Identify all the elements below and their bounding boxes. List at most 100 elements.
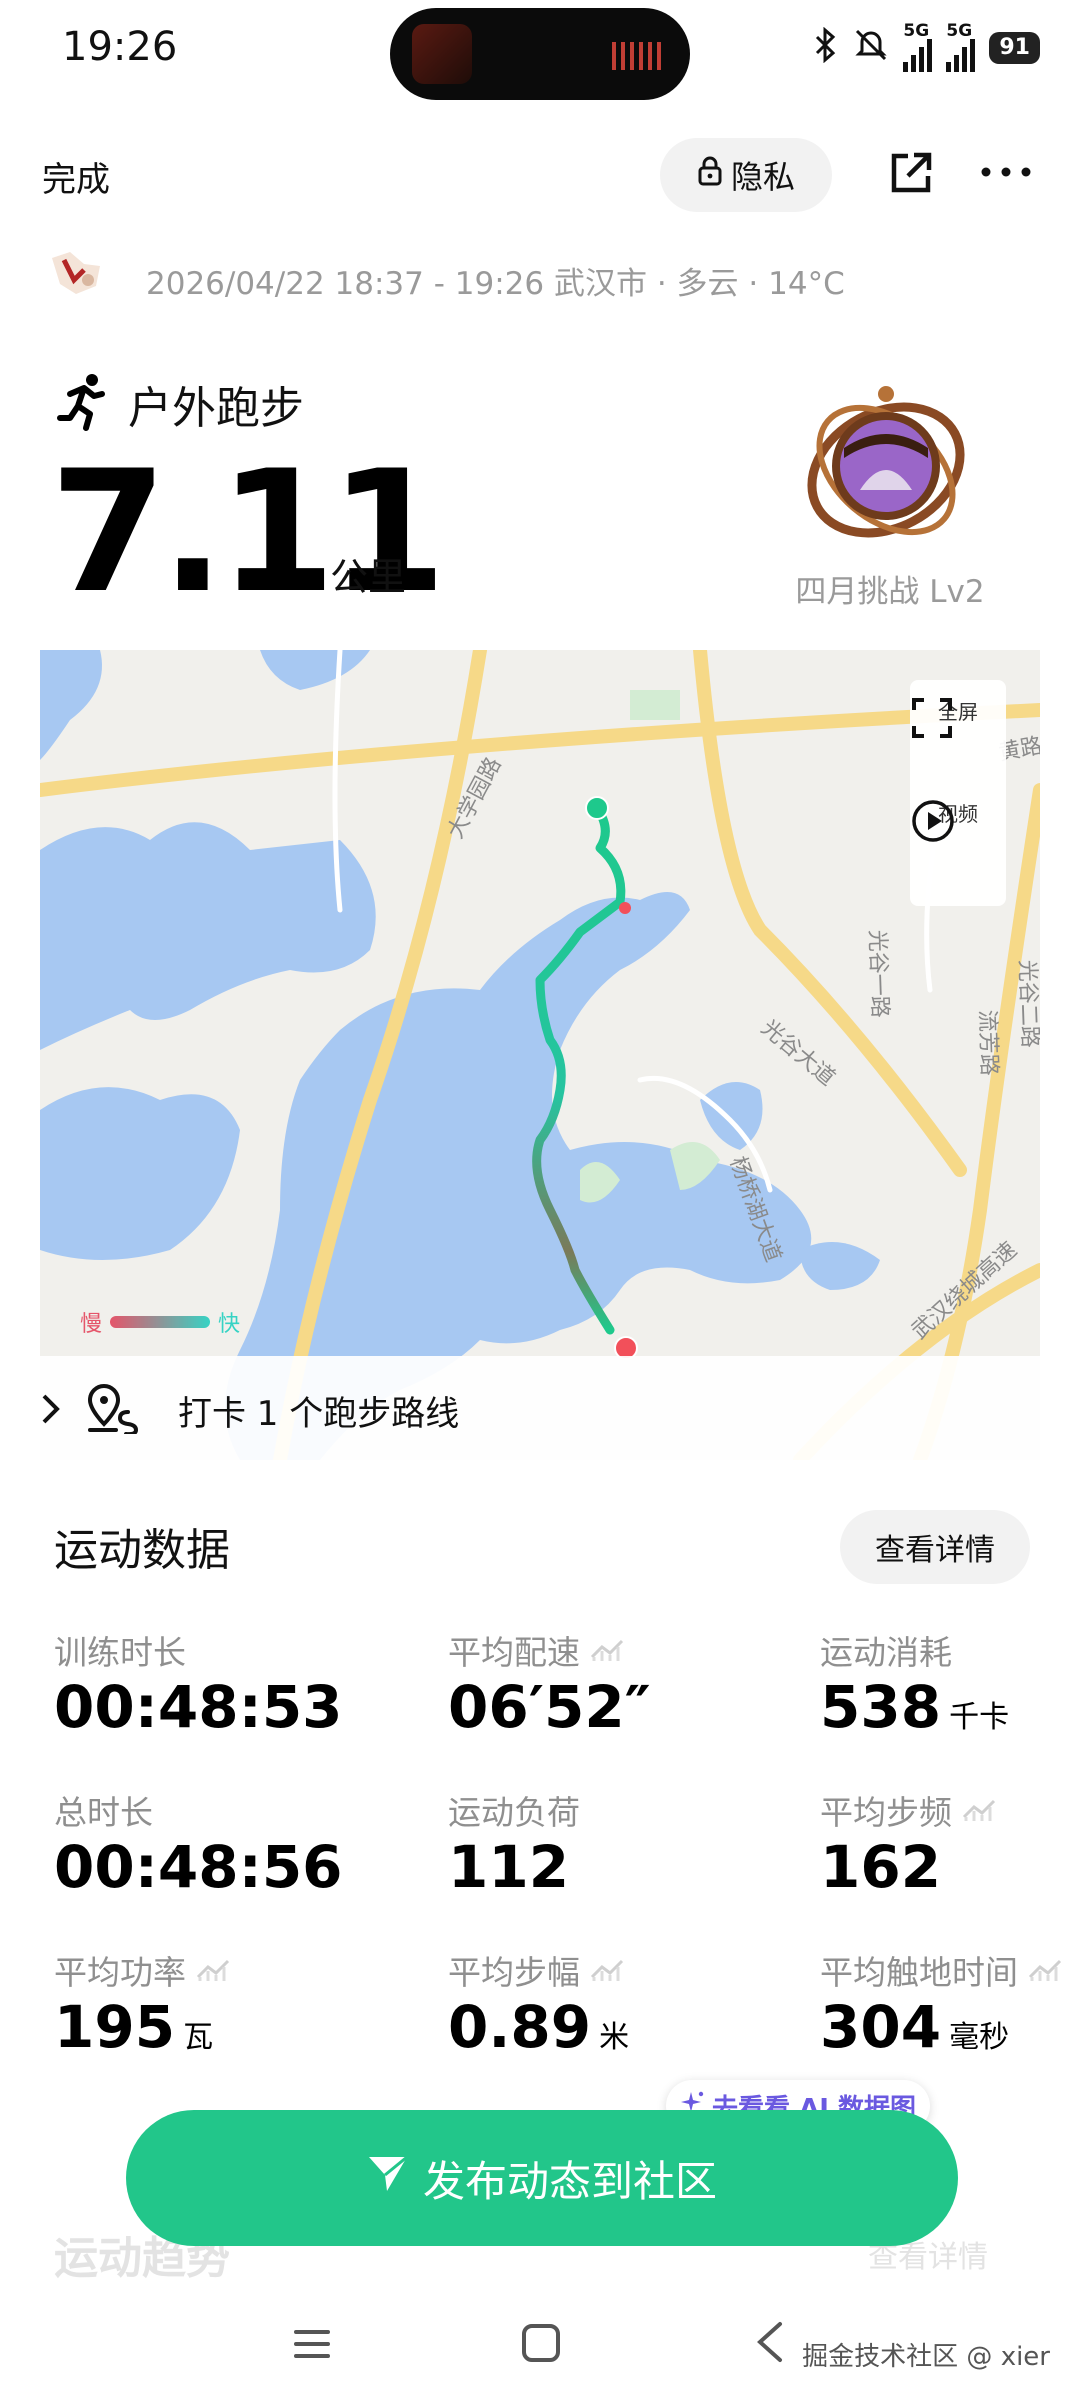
road-label-guanggu-avenue: 光谷大道 [756,1015,839,1091]
activity-datetime: 2026/04/22 18:37 - 19:26 [146,266,545,302]
stat-label-text: 平均配速 [448,1633,580,1672]
network-type-2: 5G [946,21,973,41]
activity-city: 武汉市 [553,266,647,302]
mute-icon [853,27,889,70]
stat-label: 平均功率 [54,1946,230,1994]
battery-icon: 91 [989,32,1040,64]
stat-label: 平均触地时间 [820,1946,1062,1994]
stat-label: 运动负荷 [448,1786,580,1834]
legend-fast: 快 [218,1312,241,1337]
network-type-1: 5G [903,21,930,41]
stat-value: 304 毫秒 [820,1998,1009,2056]
stat-value: 00:48:53 [54,1678,343,1736]
watermark: 掘金技术社区 @ xier [802,2342,1050,2372]
stat-unit: 千卡 [949,1700,1010,1735]
stat-unit: 毫秒 [949,2020,1010,2055]
stat-value: 06′52″ [448,1678,651,1736]
signal-icon: 5G [903,21,933,72]
stat-value-text: 538 [820,1673,942,1741]
now-playing-cover [412,24,472,84]
stat-label-text: 运动负荷 [448,1793,580,1832]
stat-value: 112 [448,1838,569,1896]
stat-value-text: 0.89 [448,1993,592,2061]
challenge-medal-icon[interactable] [800,380,972,552]
stat-unit: 瓦 [183,2020,214,2055]
route-checkin-label: 打卡 1 个跑步路线 [178,1394,460,1434]
stat-label-text: 运动消耗 [820,1633,952,1672]
stat-label-text: 平均步幅 [448,1953,580,1992]
route-checkin-banner[interactable]: 打卡 1 个跑步路线 [40,1356,1040,1460]
stat-value-text: 112 [448,1833,570,1901]
more-icon[interactable] [978,152,1034,192]
route-pin-icon [87,1383,139,1434]
status-icons: 5G 5G 91 [813,21,1040,72]
stat-label-text: 总时长 [54,1793,153,1832]
legend-slow: 慢 [80,1312,103,1337]
stat-label: 平均配速 [448,1626,624,1674]
stat-label: 平均步频 [820,1786,996,1834]
bluetooth-icon [813,26,839,70]
back-icon[interactable] [754,2320,786,2364]
send-icon [367,2153,409,2203]
fullscreen-button[interactable]: 全屏 [910,696,1006,738]
road-label-liufang: 流芳路 [974,1009,1001,1076]
route-marker [619,902,631,914]
publish-label: 发布动态到社区 [422,2156,717,2206]
stats-section-title: 运动数据 [54,1525,230,1576]
chart-icon[interactable] [1028,1957,1062,1983]
privacy-label: 隐私 [730,158,795,196]
pace-legend: 慢 快 [80,1306,240,1338]
chart-icon[interactable] [590,1637,624,1663]
activity-temperature: 14°C [768,266,845,302]
menu-icon[interactable] [292,2324,332,2364]
dynamic-island[interactable] [390,8,690,100]
stat-value: 162 [820,1838,941,1896]
stat-unit: 米 [599,2020,630,2055]
done-button[interactable]: 完成 [42,152,110,201]
audio-wave-icon [612,42,662,70]
stat-label-text: 平均步频 [820,1793,952,1832]
road-label-guanggu-2: 光谷二路 [1014,959,1040,1048]
stat-label: 平均步幅 [448,1946,624,1994]
privacy-button[interactable]: 隐私 [660,138,832,212]
sport-type: 户外跑步 [128,383,304,434]
stat-value: 00:48:56 [54,1838,343,1896]
share-icon[interactable] [888,150,934,196]
chart-icon[interactable] [590,1957,624,1983]
stat-label-text: 训练时长 [54,1633,186,1672]
stats-detail-button[interactable]: 查看详情 [840,1510,1030,1584]
running-icon [56,372,112,432]
play-icon [912,800,954,842]
chart-icon[interactable] [962,1797,996,1823]
publish-to-community-button[interactable]: 发布动态到社区 [126,2110,958,2246]
home-icon[interactable] [520,2322,562,2364]
meta-separator: · [748,266,759,302]
challenge-badge-label: 四月挑战 Lv2 [795,574,985,610]
pace-gradient-bar [110,1316,211,1328]
chart-icon[interactable] [196,1957,230,1983]
lock-icon [697,155,723,195]
signal-icon: 5G [946,21,976,72]
road-label-guanggu-1: 光谷一路 [864,929,892,1018]
stat-value-text: 00:48:56 [54,1833,343,1901]
stat-value-text: 162 [820,1833,942,1901]
distance-unit: 公里 [330,555,407,599]
route-map[interactable]: 大学园路 光谷一路 光谷大道 流芳路 光谷二路 杨桥湖大道 武汉绕城高速 黄路 … [40,650,1040,1460]
stat-value-text: 304 [820,1993,942,2061]
stat-label: 总时长 [54,1786,153,1834]
route-start-marker [585,796,609,820]
stat-value: 538 千卡 [820,1678,1009,1736]
stat-value-text: 00:48:53 [54,1673,343,1741]
video-button[interactable]: 视频 [910,798,1006,842]
map-tools: 全屏 视频 [910,680,1006,906]
activity-meta: 2026/04/22 18:37 - 19:26 武汉市 · 多云 · 14°C [146,258,845,303]
stat-value: 0.89 米 [448,1998,629,2056]
fullscreen-icon [912,698,952,738]
stat-value-text: 195 [54,1993,176,2061]
meta-separator: · [656,266,667,302]
avatar[interactable] [50,250,102,296]
map-canvas: 大学园路 光谷一路 光谷大道 流芳路 光谷二路 杨桥湖大道 武汉绕城高速 黄路 [40,650,1040,1460]
stat-value-text: 06′52″ [448,1673,651,1741]
stat-label: 运动消耗 [820,1626,952,1674]
activity-weather: 多云 [676,266,739,302]
